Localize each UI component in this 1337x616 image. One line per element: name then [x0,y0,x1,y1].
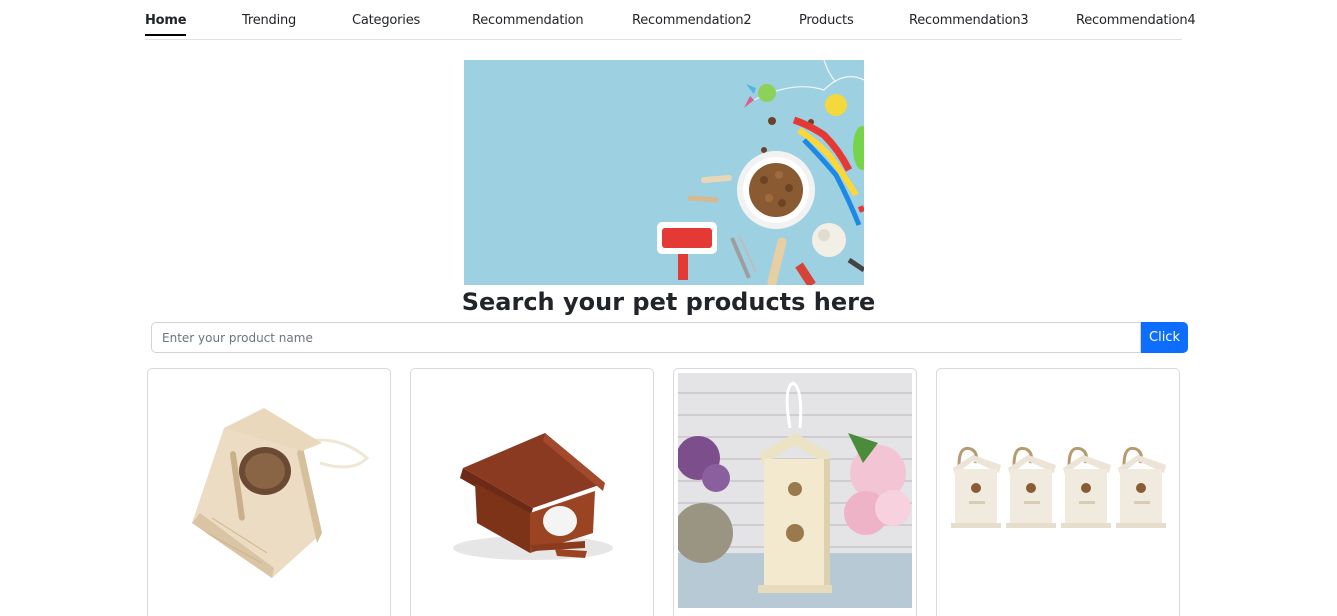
nav-item-home[interactable]: Home [145,12,187,36]
product-image [678,373,912,608]
search-input[interactable] [151,322,1141,353]
nav-item-recommendation3[interactable]: Recommendation3 [909,12,1029,29]
product-card[interactable] [936,368,1180,616]
nav-item-recommendation2[interactable]: Recommendation2 [632,12,752,29]
product-card[interactable] [673,368,917,616]
product-card[interactable] [147,368,391,616]
nav-item-categories[interactable]: Categories [352,12,420,29]
top-nav: Home Trending Categories Recommendation … [145,0,1196,40]
search-bar: Click [151,322,1188,353]
product-card[interactable] [410,368,654,616]
nav-item-products[interactable]: Products [799,12,854,29]
product-image [415,373,649,608]
product-image [941,373,1175,608]
nav-item-recommendation4[interactable]: Recommendation4 [1076,12,1196,29]
page-title: Search your pet products here [461,288,876,316]
hero-banner-image [464,60,864,285]
nav-item-recommendation[interactable]: Recommendation [472,12,584,29]
product-image [152,373,386,608]
nav-item-trending[interactable]: Trending [242,12,296,29]
search-button[interactable]: Click [1141,322,1188,353]
